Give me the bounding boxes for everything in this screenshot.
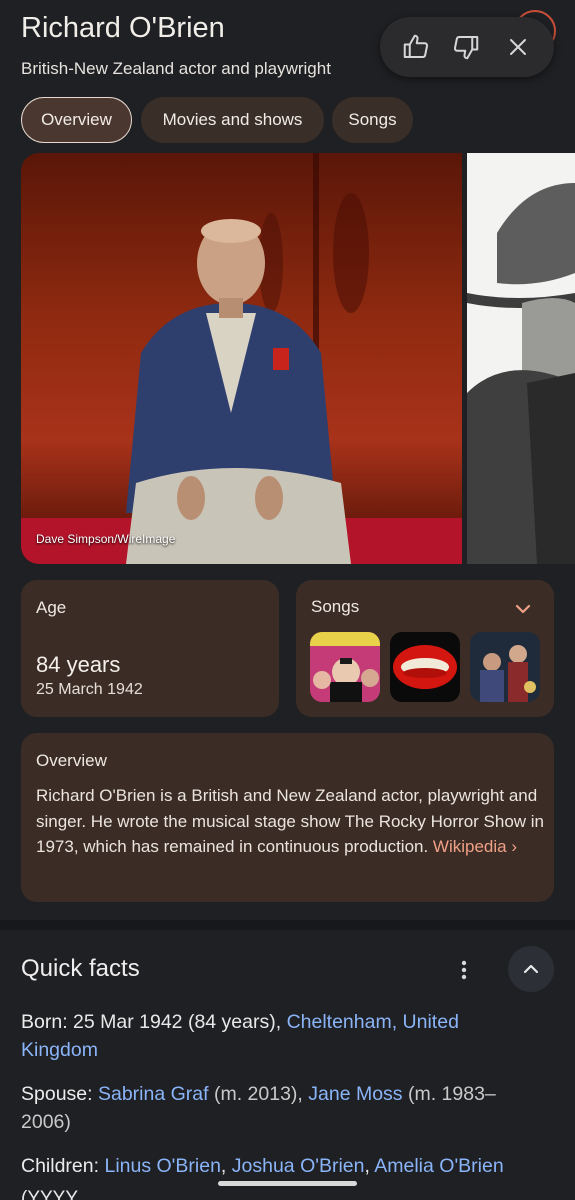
overview-label: Overview (36, 751, 107, 770)
spouse-link[interactable]: Jane Moss (308, 1083, 402, 1105)
fact-label: Children (21, 1155, 94, 1177)
age-label: Age (36, 598, 67, 617)
more-options-button[interactable] (449, 955, 479, 985)
feedback-popup (380, 17, 554, 77)
wikipedia-link[interactable]: Wikipedia (433, 837, 507, 856)
more-vert-icon (461, 960, 467, 980)
birth-date: 25 March 1942 (36, 681, 143, 698)
fact-label: Spouse (21, 1083, 88, 1105)
person-photo-illustration (21, 153, 462, 564)
spouse-link[interactable]: Sabrina Graf (98, 1083, 209, 1105)
album-art-rocky-horror (310, 632, 380, 702)
home-indicator[interactable] (218, 1181, 357, 1186)
cut-off-fact: (YYYY... (21, 1188, 92, 1200)
fact-value: : 25 Mar 1942 (84 years), (62, 1011, 287, 1033)
fact-spouse: Spouse: Sabrina Graf (m. 2013), Jane Mos… (21, 1083, 496, 1133)
age-card[interactable]: Age 84 years 25 March 1942 (21, 580, 279, 717)
songs-card[interactable]: Songs (296, 580, 554, 717)
collapse-button[interactable] (508, 946, 554, 992)
photo-credit: Dave Simpson/WireImage (36, 532, 176, 546)
close-button[interactable] (502, 31, 534, 63)
quick-facts-title: Quick facts (21, 955, 140, 982)
tab-movies-and-shows[interactable]: Movies and shows (141, 97, 324, 143)
close-icon (510, 39, 526, 55)
knowledge-panel: Richard O'Brien British-New Zealand acto… (0, 0, 575, 920)
child-link[interactable]: Amelia O'Brien (374, 1155, 503, 1177)
chevron-right-icon: › (511, 837, 518, 856)
section-divider (0, 920, 575, 930)
song-thumbnail[interactable] (470, 632, 540, 702)
tab-overview[interactable]: Overview (21, 97, 132, 143)
overview-card: Overview Richard O'Brien is a British an… (21, 733, 554, 902)
thumbs-up-icon (403, 34, 429, 58)
page-title: Richard O'Brien (21, 12, 225, 44)
person-photo-illustration-bw (467, 153, 575, 564)
song-thumbnail[interactable] (310, 632, 380, 702)
page-subtitle: British-New Zealand actor and playwright (21, 59, 331, 78)
red-lips-art (390, 632, 460, 702)
fact-label: Born (21, 1011, 63, 1033)
songs-label: Songs (311, 597, 360, 616)
child-link[interactable]: Linus O'Brien (104, 1155, 220, 1177)
song-thumbnail[interactable] (390, 632, 460, 702)
thumbs-down-icon (453, 36, 479, 60)
chevron-up-icon (523, 964, 539, 974)
main-photo[interactable]: Dave Simpson/WireImage (21, 153, 462, 564)
second-photo[interactable] (467, 153, 575, 564)
fact-children: Children: Linus O'Brien, Joshua O'Brien,… (21, 1155, 504, 1177)
age-value: 84 years (36, 652, 121, 677)
movie-still (470, 632, 540, 702)
fact-born: Born: 25 Mar 1942 (84 years), Cheltenham… (21, 1008, 541, 1064)
overview-description: Richard O'Brien is a British and New Zea… (36, 783, 546, 860)
chevron-down-icon[interactable] (512, 599, 534, 619)
thumbs-up-button[interactable] (400, 31, 432, 63)
child-link[interactable]: Joshua O'Brien (232, 1155, 365, 1177)
thumbs-down-button[interactable] (450, 31, 482, 63)
tab-songs[interactable]: Songs (332, 97, 413, 143)
